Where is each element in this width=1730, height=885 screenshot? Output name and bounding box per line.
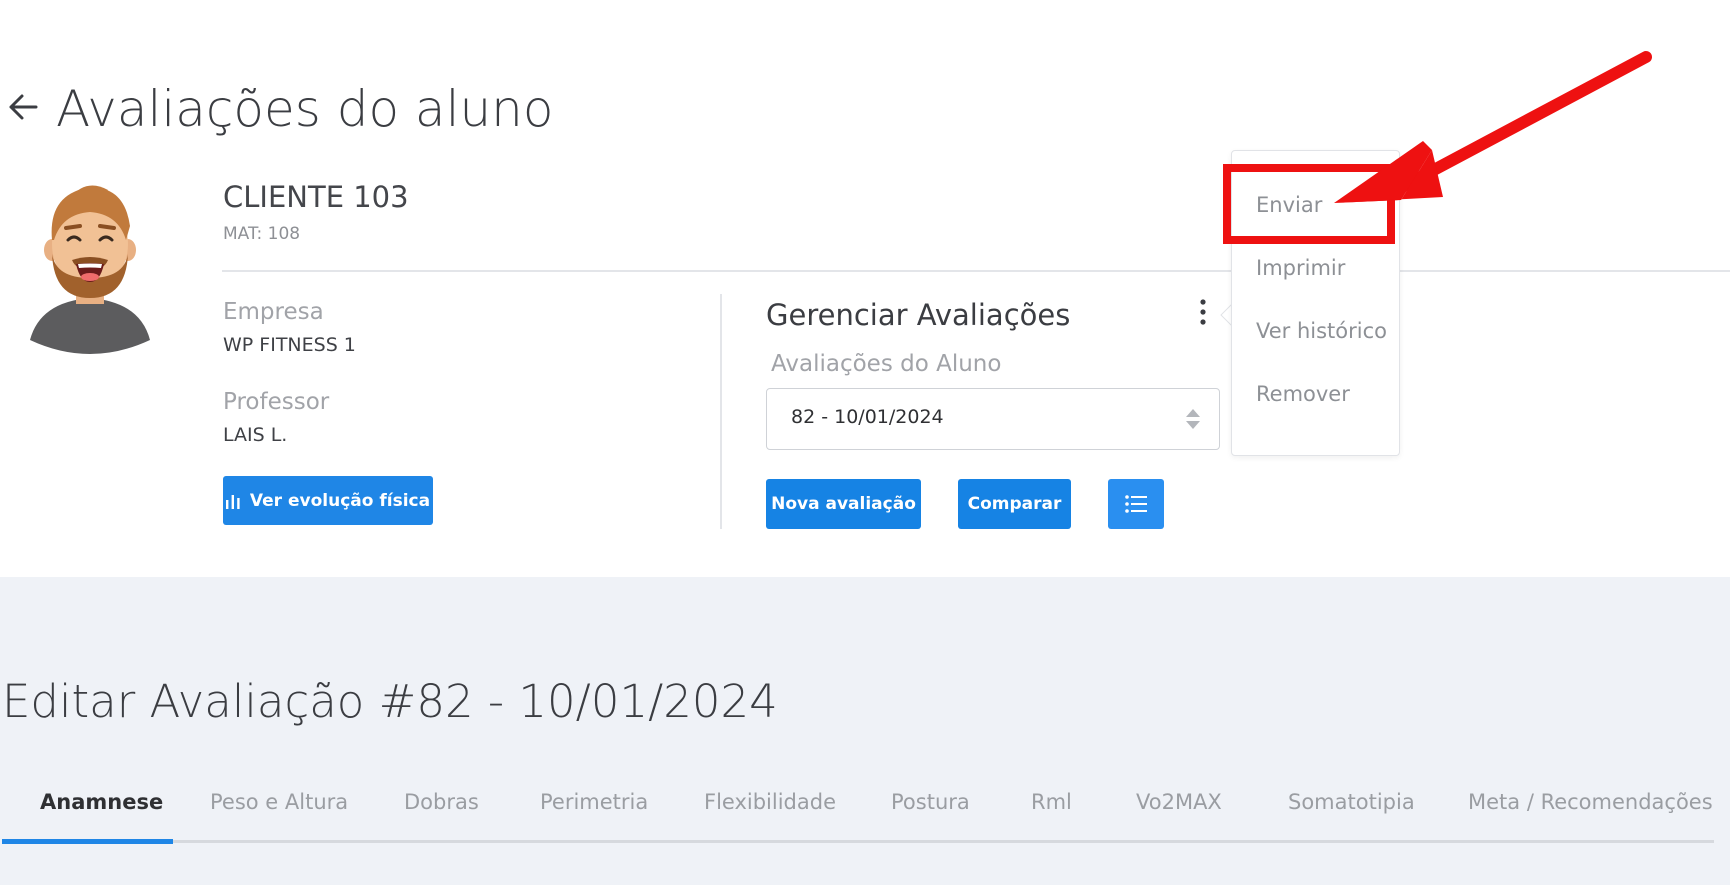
menu-item-remover[interactable]: Remover [1256,382,1350,406]
select-label: Avaliações do Aluno [771,351,1002,377]
vertical-divider [720,294,722,529]
menu-item-imprimir[interactable]: Imprimir [1256,256,1345,280]
tab-perimetria[interactable]: Perimetria [540,790,648,814]
professor-label: Professor [223,389,330,415]
tab-vo2max[interactable]: Vo2MAX [1136,790,1222,814]
evaluation-tabs: Anamnese Peso e Altura Dobras Perimetria… [0,790,1714,846]
arrow-left-icon[interactable] [6,90,40,124]
client-name: CLIENTE 103 [223,180,409,214]
updown-arrows-icon [1186,409,1200,429]
menu-item-ver-historico[interactable]: Ver histórico [1256,319,1387,343]
nova-avaliacao-button[interactable]: Nova avaliação [766,479,921,529]
page-title: Avaliações do aluno [56,80,554,138]
edit-title: Editar Avaliação #82 - 10/01/2024 [2,675,778,728]
tab-postura[interactable]: Postura [891,790,970,814]
avatar [30,185,150,354]
tab-rml[interactable]: Rml [1031,790,1072,814]
select-value: 82 - 10/01/2024 [791,406,944,428]
tab-dobras[interactable]: Dobras [404,790,479,814]
professor-value: LAIS L. [223,424,288,446]
avaliacoes-select[interactable]: 82 - 10/01/2024 [766,388,1220,450]
client-registration: MAT: 108 [223,224,301,244]
tab-peso-altura[interactable]: Peso e Altura [210,790,348,814]
bar-chart-icon [225,494,240,509]
list-icon [1125,495,1147,513]
empresa-label: Empresa [223,299,324,325]
comparar-button[interactable]: Comparar [958,479,1071,529]
divider [222,270,1730,272]
tab-somatotipia[interactable]: Somatotipia [1288,790,1415,814]
tabs-baseline [2,840,1714,843]
ver-evolucao-button[interactable]: Ver evolução física [223,476,433,525]
annotation-arrow [1334,51,1652,203]
vertical-dots-icon[interactable] [1197,298,1209,326]
tab-anamnese[interactable]: Anamnese [40,790,163,814]
tab-meta-recomendacoes[interactable]: Meta / Recomendações [1468,790,1713,814]
active-tab-indicator [2,839,173,844]
tab-flexibilidade[interactable]: Flexibilidade [704,790,836,814]
list-view-button[interactable] [1108,479,1164,529]
manage-title: Gerenciar Avaliações [766,298,1071,332]
header-section: Avaliações do aluno CLIENTE 103 MAT: 108… [0,0,1730,577]
empresa-value: WP FITNESS 1 [223,334,356,356]
ver-evolucao-label: Ver evolução física [249,490,431,511]
